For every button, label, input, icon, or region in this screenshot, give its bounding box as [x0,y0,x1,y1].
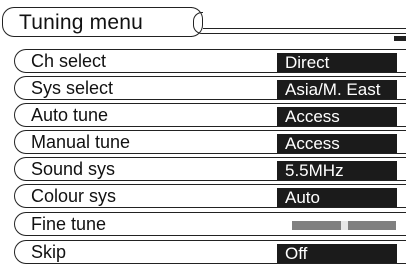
menu-item-label: Manual tune [31,132,131,152]
menu-item-label: Sys select [31,78,114,98]
header-bracket [193,12,203,34]
menu-item-ch-select[interactable]: Ch select Direct [14,49,406,73]
menu-item-value: Direct [277,53,397,72]
fine-tune-slider[interactable] [292,221,396,230]
menu-item-value: 5.5MHz [277,161,397,180]
menu-item-value: Asia/M. East [277,80,397,99]
menu-item-value: Access [277,134,397,153]
menu-item-label: Skip [31,242,67,262]
menu-item-value: Auto [277,188,397,207]
menu-item-auto-tune[interactable]: Auto tune Access [14,103,406,127]
header-divider [203,28,406,34]
status-icon [394,36,406,41]
menu-item-sys-select[interactable]: Sys select Asia/M. East [14,76,406,100]
menu-item-value: Access [277,107,397,126]
tuning-menu-screen: Tuning menu Ch select Direct Sys select … [0,0,408,275]
menu-item-label: Sound sys [31,159,116,179]
menu-item-label: Colour sys [31,186,117,206]
menu-item-fine-tune[interactable]: Fine tune [14,212,406,236]
slider-knob[interactable] [341,221,348,230]
menu-item-label: Auto tune [31,105,109,125]
menu-item-manual-tune[interactable]: Manual tune Access [14,130,406,154]
menu-item-skip[interactable]: Skip Off [14,240,406,264]
menu-item-sound-sys[interactable]: Sound sys 5.5MHz [14,157,406,181]
menu-item-value: Off [277,244,397,263]
menu-title-tab: Tuning menu [2,6,203,37]
menu-item-label: Ch select [31,51,107,71]
menu-title: Tuning menu [19,11,143,34]
menu-item-label: Fine tune [31,214,107,234]
menu-item-colour-sys[interactable]: Colour sys Auto [14,184,406,208]
